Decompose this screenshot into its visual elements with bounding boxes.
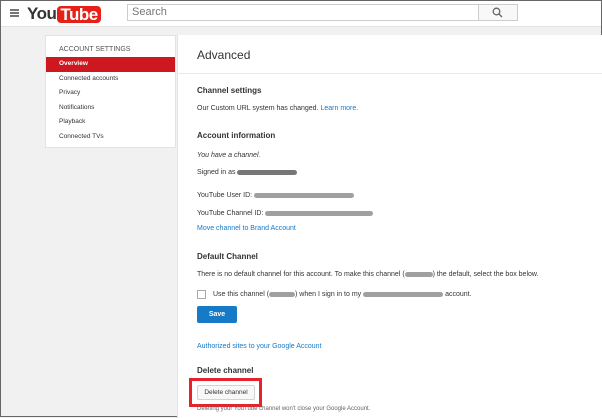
delete-channel-button[interactable]: Delete channel: [197, 385, 255, 400]
account-settings-sidebar: ACCOUNT SETTINGS Overview Connected acco…: [45, 35, 176, 148]
delete-channel-heading: Delete channel: [197, 366, 254, 375]
search-input[interactable]: Search: [127, 4, 479, 21]
move-to-brand-account-link[interactable]: Move channel to Brand Account: [197, 225, 296, 232]
channel-settings-heading: Channel settings: [197, 86, 262, 95]
sidebar-item-connected-tvs[interactable]: Connected TVs: [46, 130, 175, 145]
default-channel-checkbox-label: Use this channel ( ) when I sign in to my…: [213, 291, 472, 298]
sidebar-item-connected-accounts[interactable]: Connected accounts: [46, 72, 175, 87]
default-channel-heading: Default Channel: [197, 252, 258, 261]
youtube-logo[interactable]: You Tube: [27, 4, 101, 24]
have-channel-text: You have a channel.: [197, 152, 261, 159]
redacted-account-email: [363, 291, 444, 297]
default-channel-text-b: ) the default, select the box below.: [432, 271, 539, 278]
checkbox-label-c: account.: [445, 291, 472, 298]
user-id-label: YouTube User ID:: [197, 192, 253, 199]
top-bar: You Tube Search: [1, 1, 601, 27]
main-panel: Advanced Channel settings Our Custom URL…: [177, 35, 602, 418]
default-channel-checkbox[interactable]: [197, 290, 206, 299]
sidebar-heading: ACCOUNT SETTINGS: [59, 46, 131, 53]
sidebar-item-overview[interactable]: Overview: [46, 57, 175, 72]
logo-tube-text: Tube: [57, 5, 101, 23]
search-icon: [492, 7, 503, 18]
redacted-email: [237, 169, 298, 175]
title-divider: [178, 73, 602, 74]
channel-id-label: YouTube Channel ID:: [197, 210, 264, 217]
user-id-row: YouTube User ID:: [197, 192, 355, 199]
sidebar-item-privacy[interactable]: Privacy: [46, 86, 175, 101]
search-button[interactable]: [479, 4, 518, 21]
hamburger-menu-icon[interactable]: [10, 9, 19, 17]
checkbox-label-b: ) when I sign in to my: [295, 291, 362, 298]
checkbox-label-a: Use this channel (: [213, 291, 270, 298]
custom-url-text: Our Custom URL system has changed. Learn…: [197, 105, 358, 112]
redacted-channel-name: [404, 271, 433, 277]
page-title: Advanced: [197, 48, 251, 62]
logo-you-text: You: [27, 4, 57, 23]
redacted-channel-id: [265, 210, 374, 216]
sidebar-item-notifications[interactable]: Notifications: [46, 101, 175, 116]
redacted-user-id: [254, 192, 355, 198]
learn-more-link[interactable]: Learn more.: [320, 105, 358, 112]
custom-url-message: Our Custom URL system has changed.: [197, 105, 319, 112]
default-channel-text-a: There is no default channel for this acc…: [197, 271, 405, 278]
sidebar-item-playback[interactable]: Playback: [46, 115, 175, 130]
redacted-channel-name-2: [269, 291, 296, 297]
account-info-heading: Account information: [197, 131, 276, 140]
authorized-sites-link[interactable]: Authorized sites to your Google Account: [197, 343, 322, 350]
delete-channel-note: Deleting your YouTube channel won't clos…: [197, 406, 371, 412]
channel-id-row: YouTube Channel ID:: [197, 210, 374, 217]
default-channel-text: There is no default channel for this acc…: [197, 271, 539, 278]
signed-in-row: Signed in as: [197, 169, 298, 176]
save-button[interactable]: Save: [197, 306, 237, 323]
signed-in-label: Signed in as: [197, 169, 236, 176]
